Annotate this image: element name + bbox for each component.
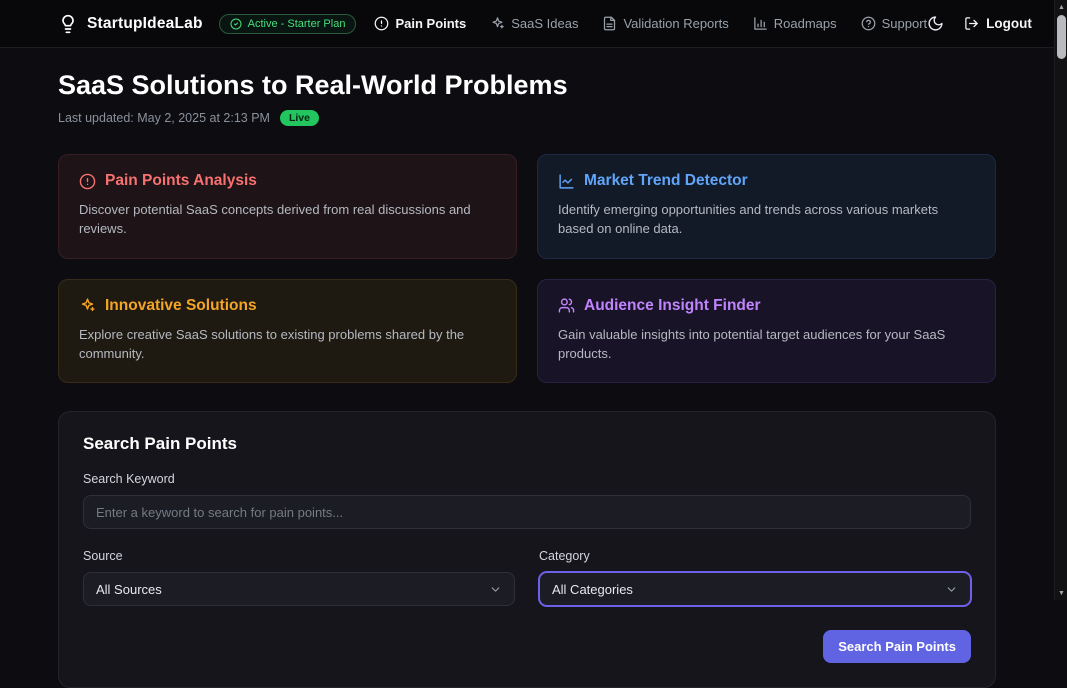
nav-item-pain-points[interactable]: Pain Points bbox=[374, 16, 466, 31]
dark-mode-toggle[interactable] bbox=[927, 15, 944, 32]
alert-circle-icon bbox=[375, 16, 389, 31]
feature-card-pain-points-analysis[interactable]: Pain Points Analysis Discover potential … bbox=[58, 154, 517, 259]
nav-item-support[interactable]: Support bbox=[861, 16, 928, 31]
main-content: SaaS Solutions to Real-World Problems La… bbox=[58, 48, 996, 688]
feature-cards-grid: Pain Points Analysis Discover potential … bbox=[58, 154, 996, 384]
category-field: Category All Categories bbox=[539, 549, 971, 607]
category-select-value: All Categories bbox=[552, 581, 633, 597]
card-title: Market Trend Detector bbox=[584, 172, 748, 189]
chevron-down-icon bbox=[947, 587, 956, 592]
nav-item-validation-reports[interactable]: Validation Reports bbox=[602, 16, 729, 31]
last-updated-text: Last updated: May 2, 2025 at 2:13 PM bbox=[58, 111, 270, 125]
logout-icon bbox=[965, 17, 978, 30]
source-select-value: All Sources bbox=[96, 581, 162, 597]
nav-item-label: Roadmaps bbox=[773, 16, 837, 31]
card-title-row: Market Trend Detector bbox=[558, 172, 975, 190]
alert-circle-icon bbox=[79, 173, 96, 189]
page-subtitle: Last updated: May 2, 2025 at 2:13 PM Liv… bbox=[58, 110, 996, 126]
brand-name: StartupIdeaLab bbox=[87, 14, 203, 32]
search-actions: Search Pain Points bbox=[83, 630, 971, 664]
search-pain-points-panel: Search Pain Points Search Keyword Source… bbox=[58, 411, 996, 688]
users-icon bbox=[558, 298, 575, 313]
page-scrollbar[interactable]: ▲ ▼ bbox=[1054, 0, 1067, 600]
moon-icon bbox=[928, 16, 943, 31]
line-chart-icon bbox=[559, 173, 574, 189]
sparkles-icon bbox=[492, 17, 504, 29]
card-title-row: Audience Insight Finder bbox=[558, 297, 975, 315]
search-keyword-input[interactable] bbox=[83, 495, 971, 530]
card-description: Discover potential SaaS concepts derived… bbox=[79, 202, 471, 236]
lightbulb-icon bbox=[62, 14, 74, 33]
nav-item-label: Pain Points bbox=[395, 16, 467, 31]
search-keyword-label: Search Keyword bbox=[83, 472, 175, 487]
scrollbar-down-arrow[interactable]: ▼ bbox=[1055, 586, 1067, 600]
nav-item-label: Validation Reports bbox=[623, 16, 729, 31]
card-title: Pain Points Analysis bbox=[105, 172, 257, 189]
file-text-icon bbox=[604, 16, 616, 31]
check-circle-icon bbox=[230, 18, 242, 29]
brand-home-link[interactable]: StartupIdeaLab bbox=[58, 14, 203, 34]
category-select[interactable]: All Categories bbox=[539, 572, 971, 607]
live-badge: Live bbox=[279, 110, 319, 126]
card-title-row: Pain Points Analysis bbox=[79, 172, 496, 190]
help-circle-icon bbox=[861, 16, 875, 31]
nav-item-roadmaps[interactable]: Roadmaps bbox=[753, 16, 837, 31]
card-title-row: Innovative Solutions bbox=[79, 297, 496, 315]
search-pain-points-button[interactable]: Search Pain Points bbox=[823, 630, 971, 664]
nav-menu: Pain Points SaaS Ideas Validation Report… bbox=[374, 16, 927, 31]
bar-chart-icon bbox=[753, 17, 767, 30]
card-description: Identify emerging opportunities and tren… bbox=[558, 202, 939, 236]
nav-right-actions: Logout bbox=[927, 15, 1032, 32]
source-select[interactable]: All Sources bbox=[83, 572, 515, 607]
scrollbar-thumb[interactable] bbox=[1057, 15, 1066, 59]
card-description: Gain valuable insights into potential ta… bbox=[558, 326, 946, 361]
source-field: Source All Sources bbox=[83, 549, 515, 607]
card-title: Audience Insight Finder bbox=[584, 296, 761, 314]
nav-item-label: SaaS Ideas bbox=[511, 16, 579, 31]
page-title: SaaS Solutions to Real-World Problems bbox=[58, 70, 568, 100]
search-filters-row: Source All Sources Category All Categori… bbox=[83, 549, 971, 607]
card-description: Explore creative SaaS solutions to exist… bbox=[79, 326, 465, 361]
plan-status-label: Active - Starter Plan bbox=[247, 17, 346, 30]
sparkles-icon bbox=[81, 298, 95, 312]
feature-card-audience-insight-finder[interactable]: Audience Insight Finder Gain valuable in… bbox=[537, 278, 996, 384]
source-label: Source bbox=[83, 549, 123, 564]
card-title: Innovative Solutions bbox=[105, 296, 257, 314]
scrollbar-up-arrow[interactable]: ▲ bbox=[1055, 0, 1067, 14]
feature-card-market-trend-detector[interactable]: Market Trend Detector Identify emerging … bbox=[537, 154, 996, 259]
logout-label: Logout bbox=[986, 16, 1032, 31]
search-panel-title: Search Pain Points bbox=[83, 434, 237, 454]
nav-item-label: Support bbox=[881, 16, 928, 31]
chevron-down-icon bbox=[491, 587, 500, 592]
category-label: Category bbox=[539, 549, 590, 564]
logout-button[interactable]: Logout bbox=[964, 16, 1032, 31]
nav-item-saas-ideas[interactable]: SaaS Ideas bbox=[490, 16, 578, 31]
feature-card-innovative-solutions[interactable]: Innovative Solutions Explore creative Sa… bbox=[58, 278, 517, 384]
plan-status-badge: Active - Starter Plan bbox=[218, 13, 357, 34]
navbar: StartupIdeaLab Active - Starter Plan Pai… bbox=[0, 0, 1054, 48]
